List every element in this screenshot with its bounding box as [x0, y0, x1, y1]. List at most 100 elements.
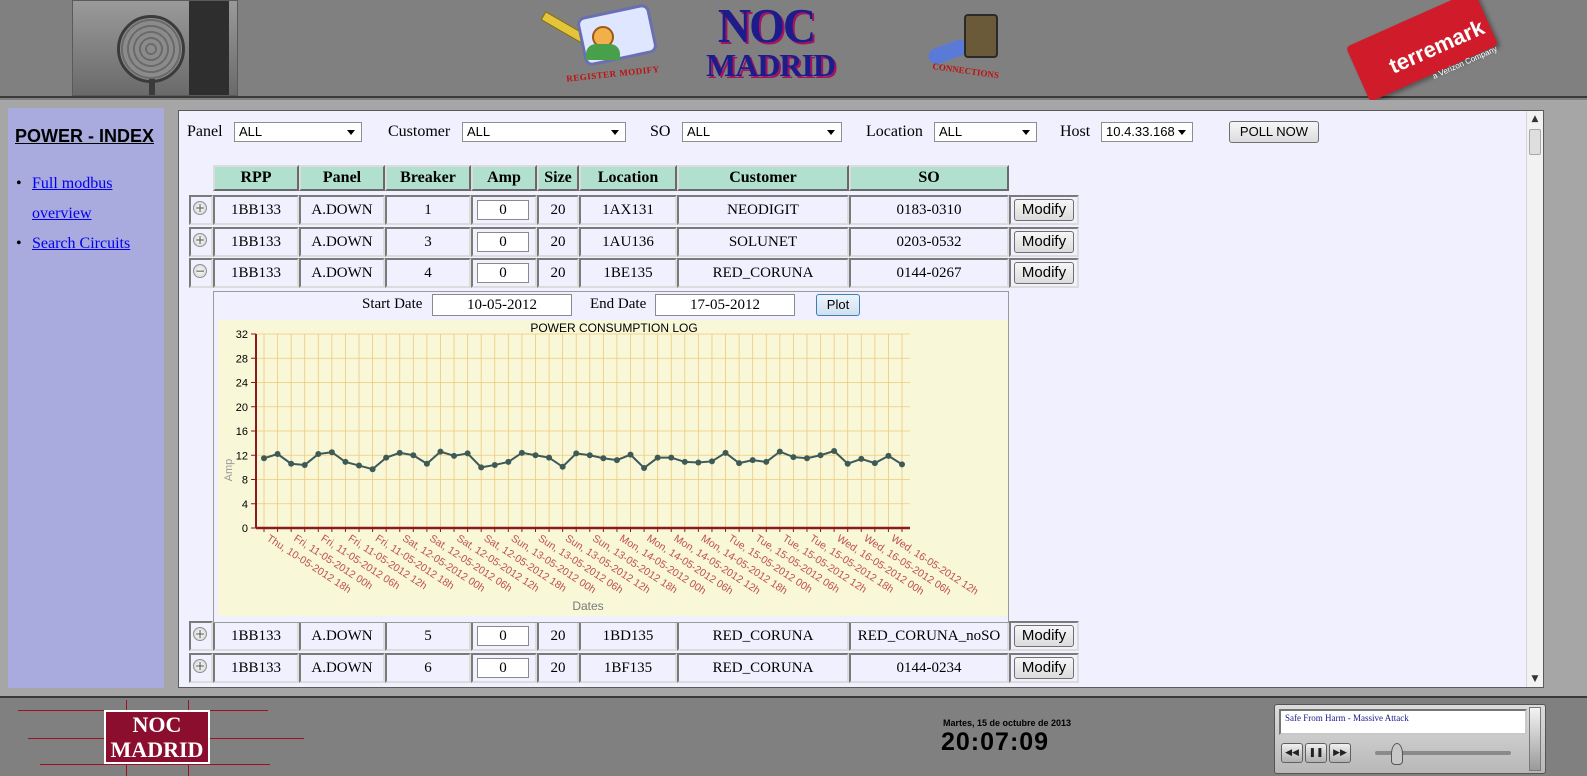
- column-header-panel[interactable]: Panel: [299, 165, 385, 191]
- sidebar-item-search-circuits: Search Circuits: [16, 229, 164, 259]
- data-point: [600, 455, 607, 462]
- register-modify-logo[interactable]: REGISTER MODIFY: [540, 2, 670, 90]
- location-cell: 1BF135: [579, 653, 677, 683]
- expander-cell: +: [189, 653, 213, 683]
- rewind-icon[interactable]: ◀◀: [1281, 743, 1303, 763]
- panel-filter-label: Panel: [187, 123, 223, 140]
- panel-select[interactable]: ALL: [234, 122, 362, 142]
- panel-cell: A.DOWN: [299, 258, 385, 288]
- full-modbus-link[interactable]: Full modbus overview: [32, 175, 112, 222]
- column-header-size[interactable]: Size: [537, 165, 579, 191]
- start-date-input[interactable]: 10-05-2012: [432, 294, 572, 316]
- footer: NOC MADRID Martes, 15 de octubre de 2013…: [0, 696, 1587, 776]
- host-select[interactable]: 10.4.33.168: [1101, 122, 1193, 142]
- y-tick-label: 32: [236, 329, 248, 341]
- column-header-amp[interactable]: Amp: [471, 165, 537, 191]
- data-point: [546, 454, 553, 461]
- collapse-icon[interactable]: −: [193, 264, 207, 278]
- chevron-down-icon: [611, 130, 619, 135]
- search-circuits-link[interactable]: Search Circuits: [32, 235, 130, 252]
- size-cell: 20: [537, 653, 579, 683]
- expand-icon[interactable]: +: [193, 233, 207, 247]
- track-title: Safe From Harm - Massive Attack: [1279, 709, 1527, 735]
- modify-button[interactable]: Modify: [1014, 262, 1074, 284]
- expand-icon[interactable]: +: [193, 659, 207, 673]
- rpp-cell: 1BB133: [213, 227, 299, 257]
- player-scroll[interactable]: [1529, 707, 1541, 771]
- amp-input[interactable]: 0: [477, 232, 529, 252]
- data-point: [681, 458, 688, 465]
- start-date-label: Start Date: [362, 296, 423, 312]
- column-header-rpp[interactable]: RPP: [213, 165, 299, 191]
- amp-cell: 0: [471, 653, 537, 683]
- scroll-up-icon[interactable]: ▲: [1527, 111, 1543, 127]
- fan-image: [117, 15, 185, 83]
- volume-slider-handle[interactable]: [1391, 743, 1403, 765]
- so-cell: 0144-0234: [849, 653, 1009, 683]
- data-point: [342, 458, 349, 465]
- data-point: [573, 450, 580, 457]
- data-point: [749, 457, 756, 464]
- data-point: [627, 451, 634, 458]
- content-frame: POWER - INDEX Full modbus overview Searc…: [0, 100, 1587, 696]
- size-cell: 20: [537, 621, 579, 651]
- data-point: [899, 461, 905, 468]
- so-select[interactable]: ALL: [682, 122, 842, 142]
- expander-cell: −: [189, 258, 213, 288]
- data-point: [858, 455, 865, 462]
- data-point: [871, 460, 878, 467]
- data-point: [831, 448, 838, 455]
- expand-icon[interactable]: +: [193, 201, 207, 215]
- action-cell: Modify: [1009, 621, 1079, 651]
- power-consumption-chart: 0 4 8 12 16 20 24 28 32 POWER CONSUMPTION LOG Amp D…: [218, 320, 1008, 616]
- panel-cell: A.DOWN: [299, 653, 385, 683]
- customer-select[interactable]: ALL: [462, 122, 626, 142]
- modify-button[interactable]: Modify: [1014, 657, 1074, 679]
- scroll-down-icon[interactable]: ▼: [1527, 671, 1543, 687]
- poll-now-button[interactable]: POLL NOW: [1229, 121, 1319, 143]
- column-header-so[interactable]: SO: [849, 165, 1009, 191]
- clock-date: Martes, 15 de octubre de 2013: [943, 718, 1072, 728]
- forward-icon[interactable]: ▶▶: [1329, 743, 1351, 763]
- noc-madrid-logo[interactable]: NOC MADRID: [706, 1, 836, 94]
- data-point: [817, 452, 824, 459]
- pause-icon[interactable]: ❚❚: [1305, 743, 1327, 763]
- customer-cell: RED_CORUNA: [677, 621, 849, 651]
- modify-button[interactable]: Modify: [1014, 625, 1074, 647]
- scroll-thumb[interactable]: [1529, 129, 1541, 155]
- y-tick-label: 16: [236, 426, 248, 438]
- chevron-down-icon: [1178, 130, 1186, 135]
- location-cell: 1BD135: [579, 621, 677, 651]
- data-point: [396, 449, 403, 456]
- y-tick-label: 24: [236, 378, 248, 390]
- expand-icon[interactable]: +: [193, 627, 207, 641]
- location-select[interactable]: ALL: [934, 122, 1037, 142]
- modify-button[interactable]: Modify: [1014, 199, 1074, 221]
- column-header-customer[interactable]: Customer: [677, 165, 849, 191]
- amp-input[interactable]: 0: [477, 626, 529, 646]
- column-header-location[interactable]: Location: [579, 165, 677, 191]
- breaker-cell: 1: [385, 195, 471, 225]
- data-point: [695, 459, 702, 466]
- clock-time: 20:07:09: [941, 728, 1050, 756]
- data-point: [586, 452, 593, 459]
- connections-logo[interactable]: CONNECTIONS: [924, 8, 1024, 88]
- location-filter-label: Location: [866, 123, 923, 140]
- rpp-cell: 1BB133: [213, 258, 299, 288]
- column-header-breaker[interactable]: Breaker: [385, 165, 471, 191]
- location-cell: 1AX131: [579, 195, 677, 225]
- plot-button[interactable]: Plot: [816, 294, 860, 316]
- breaker-cell: 3: [385, 227, 471, 257]
- action-cell: Modify: [1009, 227, 1079, 257]
- terremark-logo[interactable]: terremark a Verizon Company: [1345, 0, 1502, 102]
- expander-cell: +: [189, 227, 213, 257]
- vertical-scrollbar[interactable]: ▲ ▼: [1526, 111, 1543, 687]
- modify-button[interactable]: Modify: [1014, 231, 1074, 253]
- amp-input[interactable]: 0: [477, 263, 529, 283]
- amp-input[interactable]: 0: [477, 200, 529, 220]
- chevron-down-icon: [347, 130, 355, 135]
- header-banner: REGISTER MODIFY NOC MADRID CONNECTIONS t…: [0, 0, 1587, 102]
- end-date-input[interactable]: 17-05-2012: [655, 294, 795, 316]
- amp-input[interactable]: 0: [477, 658, 529, 678]
- datacenter-photo: [72, 0, 238, 96]
